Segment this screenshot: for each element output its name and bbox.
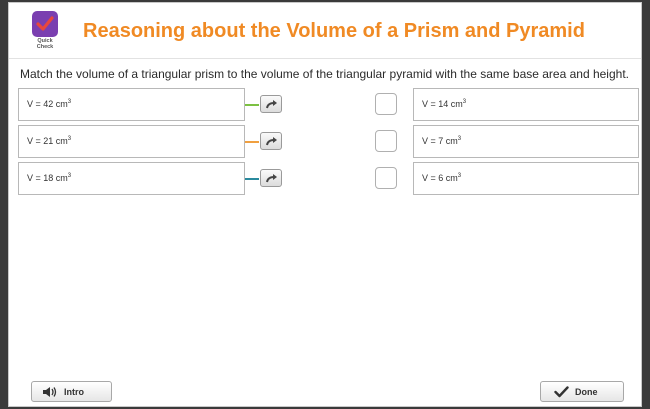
item-text: V = 14 cm (422, 99, 463, 109)
done-button[interactable]: Done (540, 381, 624, 402)
instructions: Match the volume of a triangular prism t… (20, 67, 629, 81)
prism-volume-item[interactable]: V = 21 cm3 (18, 125, 245, 158)
connector-line (245, 104, 259, 106)
pyramid-volume-item: V = 6 cm3 (413, 162, 639, 195)
activity-window: Quick Check Reasoning about the Volume o… (8, 2, 642, 407)
item-exponent: 3 (67, 173, 72, 179)
item-exponent: 3 (67, 99, 72, 105)
item-exponent: 3 (457, 173, 462, 179)
speaker-icon (43, 387, 57, 397)
match-target-box[interactable] (375, 93, 397, 115)
item-exponent: 3 (457, 136, 462, 142)
check-icon (36, 16, 54, 31)
prism-volume-item[interactable]: V = 18 cm3 (18, 162, 245, 195)
curved-arrow-icon (266, 137, 277, 146)
done-label: Done (575, 387, 598, 397)
connector-line (245, 178, 259, 180)
prism-volume-item[interactable]: V = 42 cm3 (18, 88, 245, 121)
item-text: V = 6 cm (422, 173, 458, 183)
page-title: Reasoning about the Volume of a Prism an… (83, 20, 585, 42)
match-arrow-button[interactable] (260, 132, 282, 150)
match-target-box[interactable] (375, 167, 397, 189)
curved-arrow-icon (266, 100, 277, 109)
match-arrow-button[interactable] (260, 169, 282, 187)
intro-label: Intro (64, 387, 84, 397)
quick-check-label: Quick Check (25, 38, 65, 50)
check-icon (554, 386, 569, 398)
item-text: V = 18 cm (27, 173, 68, 183)
quick-check-badge (32, 11, 58, 37)
curved-arrow-icon (266, 174, 277, 183)
pyramid-volume-item: V = 14 cm3 (413, 88, 639, 121)
header: Quick Check Reasoning about the Volume o… (9, 3, 641, 59)
intro-button[interactable]: Intro (31, 381, 112, 402)
item-exponent: 3 (67, 136, 72, 142)
connector-line (245, 141, 259, 143)
item-text: V = 7 cm (422, 136, 458, 146)
item-text: V = 42 cm (27, 99, 68, 109)
item-exponent: 3 (462, 99, 467, 105)
item-text: V = 21 cm (27, 136, 68, 146)
pyramid-volume-item: V = 7 cm3 (413, 125, 639, 158)
badge-line2: Check (36, 44, 54, 50)
match-target-box[interactable] (375, 130, 397, 152)
match-arrow-button[interactable] (260, 95, 282, 113)
